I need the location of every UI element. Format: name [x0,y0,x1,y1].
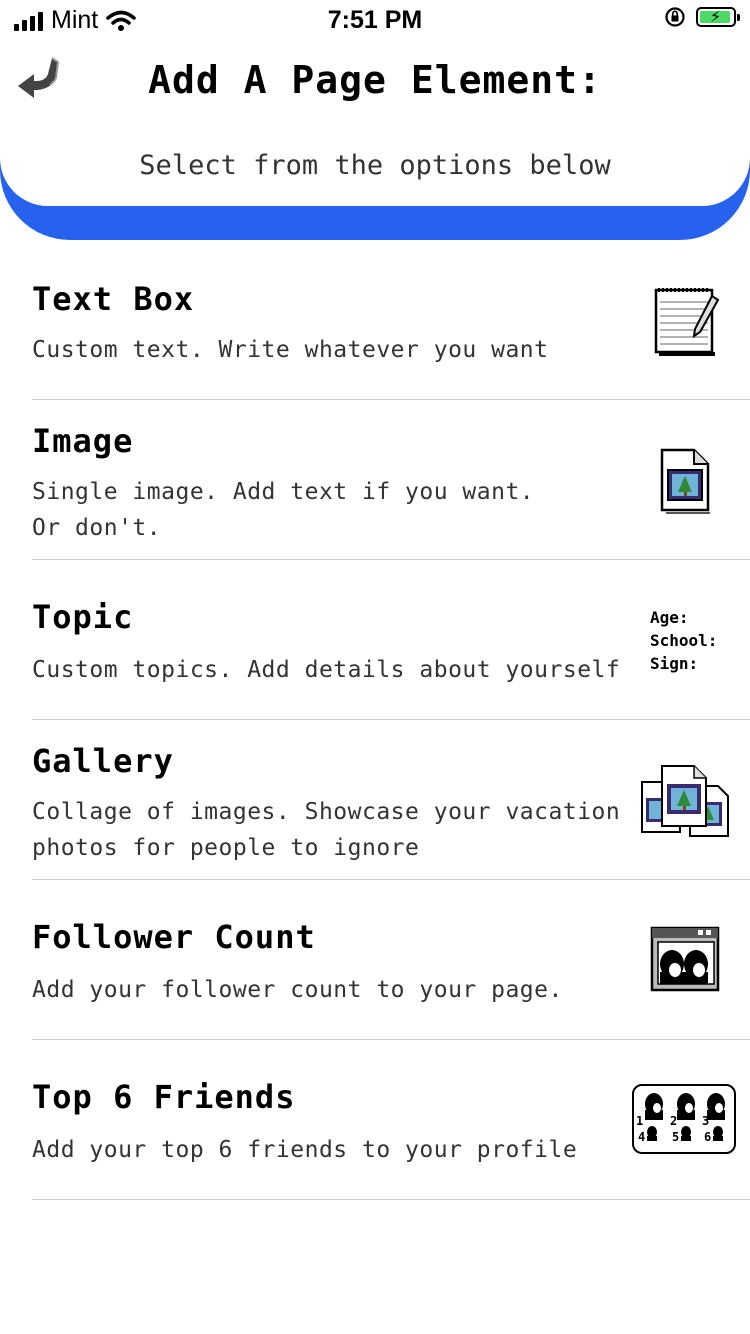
option-follower-count[interactable]: Follower Count Add your follower count t… [32,880,750,1040]
option-topic[interactable]: Topic Custom topics. Add details about y… [32,560,750,720]
friend-rank: 5 [672,1130,680,1144]
option-description: Custom text. Write whatever you want [32,337,549,363]
option-top-6-friends[interactable]: Top 6 Friends Add your top 6 friends to … [32,1040,750,1200]
topic-field-label: School: [650,631,718,650]
option-description: Add your top 6 friends to your profile [32,1137,578,1163]
friend-rank: 4 [638,1130,646,1144]
option-gallery[interactable]: Gallery Collage of images. Showcase your… [32,720,750,880]
friend-avatars-graphic [645,1093,725,1141]
topic-fields-icon: Age: School: Sign: [650,606,717,675]
status-time: 7:51 PM [327,6,423,34]
option-text-box[interactable]: Text Box Custom text. Write whatever you… [32,242,750,400]
option-description: Custom topics. Add details about yoursel… [32,657,621,683]
friend-rank: 3 [702,1114,710,1128]
status-right: ⚡ [664,6,740,28]
followers-window-icon [650,926,720,992]
topic-field-label: Age: [650,608,689,627]
option-title: Topic [32,598,134,636]
status-bar: Mint 7:51 PM ⚡ [0,0,750,40]
battery-icon: ⚡ [696,7,740,27]
option-title: Gallery [32,742,174,780]
option-title: Image [32,422,134,460]
option-title: Follower Count [32,918,316,956]
gallery-icon [641,765,729,837]
option-description: Add your follower count to your page. [32,977,563,1003]
page-title: Add A Page Element: [148,58,602,102]
friend-rank: 6 [704,1130,712,1144]
option-image[interactable]: Image Single image. Add text if you want… [32,400,750,560]
element-options-list: Text Box Custom text. Write whatever you… [0,242,750,1200]
notepad-icon [654,288,720,356]
friend-rank: 1 [636,1114,644,1128]
option-title: Top 6 Friends [32,1078,296,1116]
option-title: Text Box [32,280,195,318]
orientation-lock-icon [665,7,685,27]
page-subtitle: Select from the options below [139,150,611,181]
option-description: Single image. Add text if you want. Or d… [32,479,535,541]
top-friends-icon: 1 2 3 4 5 6 [632,1084,736,1154]
topic-field-label: Sign: [650,654,699,673]
option-description: Collage of images. Showcase your vacatio… [32,799,621,861]
image-file-icon [660,448,710,514]
friend-rank: 2 [670,1114,678,1128]
